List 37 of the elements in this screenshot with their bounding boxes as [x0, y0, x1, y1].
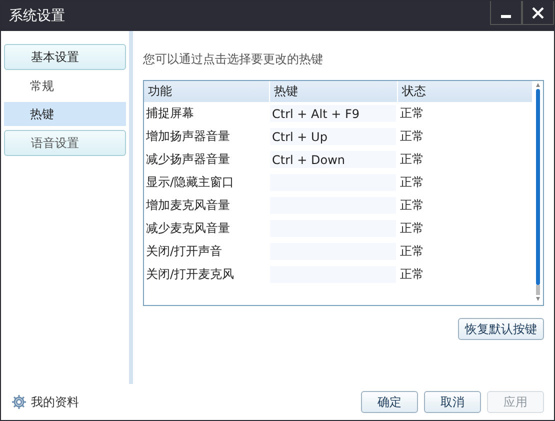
function-cell-text: 关闭/打开声音 [145, 243, 224, 260]
function-cell-text: 减少扬声器音量 [145, 151, 231, 168]
function-cell-text: 减少麦克风音量 [145, 220, 231, 237]
function-cell-text: 增加扬声器音量 [145, 128, 231, 145]
status-cell-text: 正常 [399, 105, 425, 122]
column-header[interactable]: 热键 [270, 81, 398, 102]
minimize-icon [501, 15, 511, 18]
column-header[interactable]: 状态 [398, 81, 533, 102]
function-cell-text: 捕捉屏幕 [145, 105, 195, 122]
my-profile-link[interactable]: 我的资料 [11, 394, 79, 410]
sidebar-item[interactable]: 热键 [4, 102, 126, 126]
sidebar-item[interactable]: 常规 [4, 74, 126, 98]
function-cell-text: 增加麦克风音量 [145, 197, 231, 214]
status-cell-text: 正常 [399, 220, 425, 237]
status-cell-text: 正常 [399, 197, 425, 214]
hotkey-field[interactable]: Ctrl + Down [270, 151, 396, 168]
sidebar-group-button[interactable]: 基本设置 [4, 44, 126, 70]
function-cell-text: 关闭/打开麦克风 [145, 266, 236, 283]
function-cell-text: 显示/隐藏主窗口 [145, 174, 236, 191]
column-header[interactable]: 功能 [144, 81, 270, 102]
minimize-button[interactable] [490, 1, 522, 25]
close-icon [532, 6, 544, 18]
window-title: 系统设置 [8, 7, 65, 25]
sidebar-group-button[interactable]: 语音设置 [4, 130, 126, 156]
status-cell-text: 正常 [399, 151, 425, 168]
hotkey-field[interactable]: Ctrl + Up [270, 128, 396, 145]
close-button[interactable] [522, 1, 554, 25]
dialog-button[interactable]: 取消 [424, 391, 481, 413]
hint-text: 您可以通过点击选择要更改的热键 [143, 51, 324, 68]
status-cell-text: 正常 [399, 174, 425, 191]
dialog-button[interactable]: 确定 [361, 391, 418, 413]
restore-defaults-button[interactable]: 恢复默认按键 [458, 318, 544, 340]
status-cell-text: 正常 [399, 266, 425, 283]
status-cell-text: 正常 [399, 243, 425, 260]
gear-icon [11, 394, 27, 410]
status-cell-text: 正常 [399, 128, 425, 145]
hotkey-field[interactable]: Ctrl + Alt + F9 [270, 105, 396, 122]
